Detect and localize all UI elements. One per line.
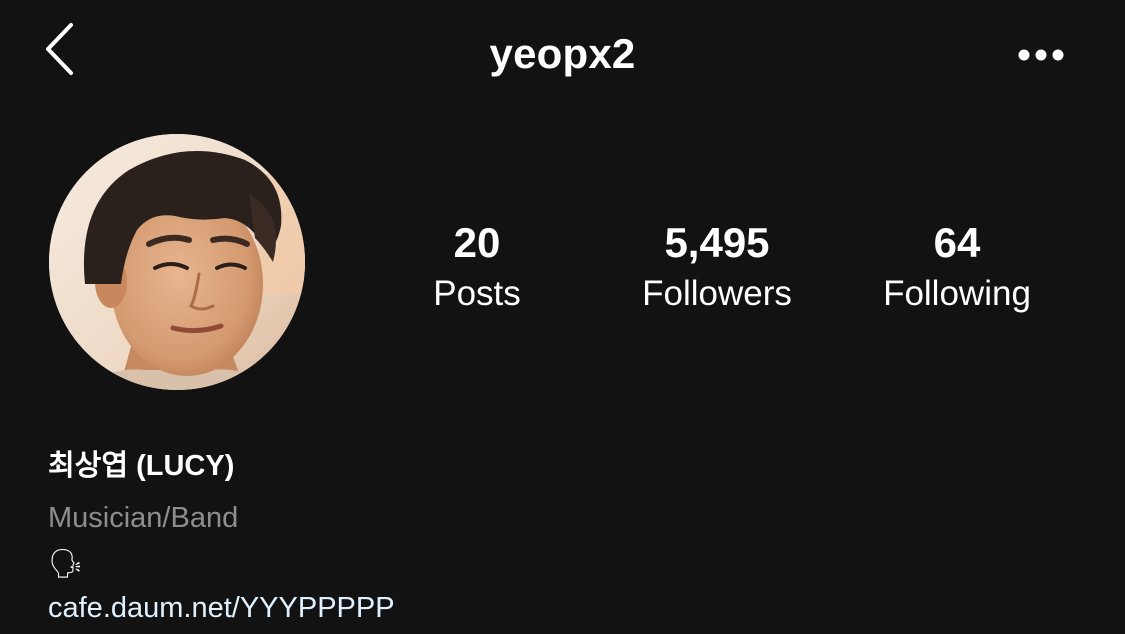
more-options-button[interactable] xyxy=(1010,38,1072,72)
display-name: 최상엽 (LUCY) xyxy=(48,450,235,482)
posts-label: Posts xyxy=(433,274,521,313)
profile-username: yeopx2 xyxy=(489,30,636,77)
profile-bio: 최상엽 (LUCY) Musician/Band 🗣 cafe.daum.net… xyxy=(48,444,1048,628)
posts-value: 20 xyxy=(453,219,501,266)
more-horizontal-icon xyxy=(1018,49,1064,61)
bio-link[interactable]: cafe.daum.net/YYYPPPPP xyxy=(48,588,1048,628)
avatar-photo xyxy=(49,134,305,390)
profile-avatar[interactable] xyxy=(49,134,305,390)
following-value: 64 xyxy=(933,219,981,266)
speaking-head-icon: 🗣 xyxy=(48,548,84,579)
profile-category: Musician/Band xyxy=(48,502,239,534)
posts-count[interactable]: 20 Posts xyxy=(357,218,597,319)
followers-label: Followers xyxy=(642,274,792,313)
followers-count[interactable]: 5,495 Followers xyxy=(597,218,837,319)
profile-header: yeopx2 xyxy=(0,0,1125,110)
following-count[interactable]: 64 Following xyxy=(837,218,1077,319)
followers-value: 5,495 xyxy=(664,219,770,266)
following-label: Following xyxy=(883,274,1031,313)
